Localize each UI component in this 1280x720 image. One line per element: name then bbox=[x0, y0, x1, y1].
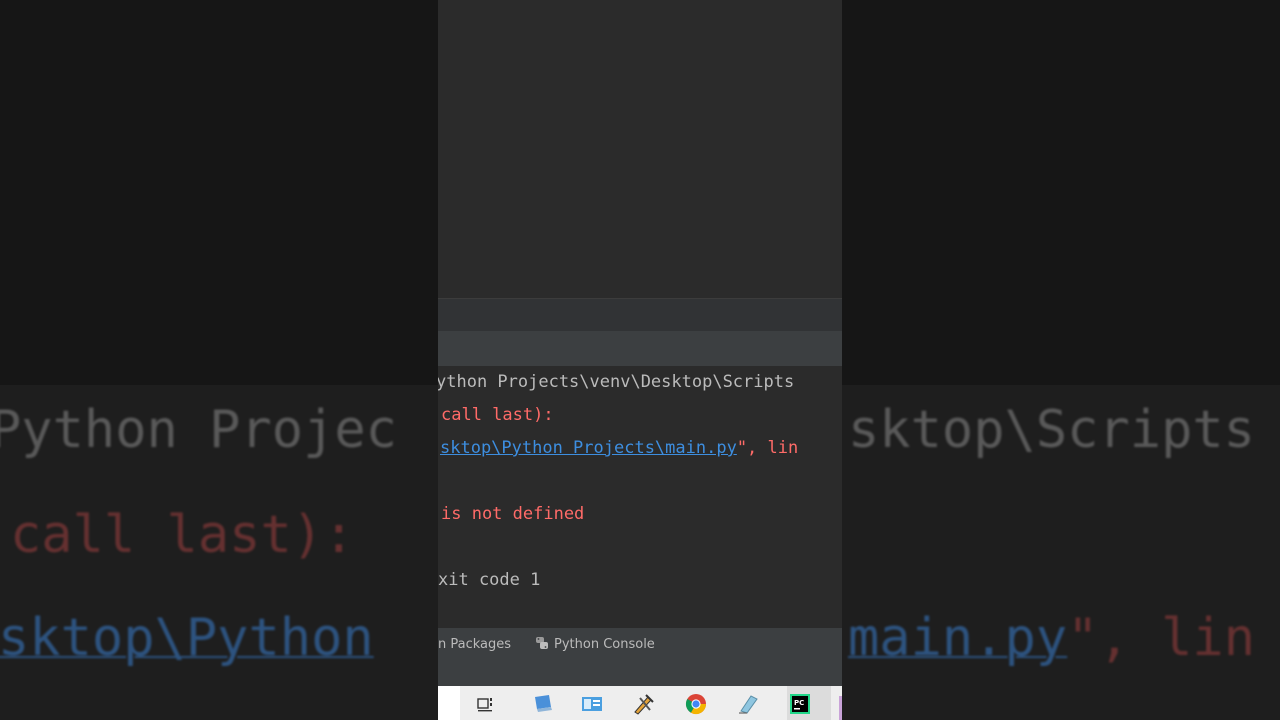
background-link: main.py bbox=[848, 608, 1068, 668]
taskbar-edge-icon[interactable] bbox=[839, 696, 842, 720]
run-console-output[interactable]: ython Projects\venv\Desktop\Scripts call… bbox=[438, 366, 842, 628]
file-line-tail: ", lin bbox=[736, 438, 799, 458]
taskbar-search-area[interactable] bbox=[438, 686, 460, 720]
status-bar bbox=[438, 664, 842, 686]
control-panel-icon[interactable] bbox=[580, 692, 604, 716]
console-line-command: ython Projects\venv\Desktop\Scripts bbox=[438, 372, 795, 392]
notepad-icon[interactable] bbox=[736, 692, 760, 716]
console-line-error: is not defined bbox=[441, 504, 585, 524]
run-panel-header bbox=[438, 299, 842, 331]
pycharm-icon[interactable]: PC bbox=[788, 692, 812, 716]
tools-icon[interactable] bbox=[632, 692, 656, 716]
python-packages-tab[interactable]: n Packages bbox=[438, 637, 511, 652]
editor-area[interactable] bbox=[438, 0, 842, 298]
console-line-file: sktop\Python Projects\main.py", lin bbox=[440, 437, 798, 459]
task-view-icon[interactable] bbox=[474, 692, 498, 716]
background-text-line-3-right: main.py", lin bbox=[848, 608, 1255, 668]
computer-icon[interactable] bbox=[531, 692, 555, 716]
console-line-exit-code: xit code 1 bbox=[438, 570, 541, 590]
console-line-traceback-header: call last): bbox=[441, 405, 554, 425]
tool-window-strip: n Packages Python Console bbox=[438, 628, 842, 664]
background-link-tail: ", lin bbox=[1067, 608, 1255, 668]
background-text-line-2: call last): bbox=[10, 505, 355, 565]
background-text-line-3-left: sktop\Python bbox=[0, 608, 374, 668]
pycharm-icon-label: PC bbox=[794, 699, 804, 707]
run-panel-toolbar bbox=[438, 331, 842, 366]
chrome-icon[interactable] bbox=[684, 692, 708, 716]
background-text-line-1-right: sktop\Scripts bbox=[848, 400, 1255, 460]
background-text-line-1-left: Python Projec bbox=[0, 400, 397, 460]
python-console-tab[interactable]: Python Console bbox=[535, 637, 655, 652]
ide-panel: ython Projects\venv\Desktop\Scripts call… bbox=[438, 0, 842, 720]
python-icon bbox=[536, 637, 548, 649]
file-path-link[interactable]: sktop\Python Projects\main.py bbox=[440, 438, 737, 458]
python-console-label: Python Console bbox=[554, 637, 655, 652]
windows-taskbar: PC bbox=[438, 686, 842, 720]
